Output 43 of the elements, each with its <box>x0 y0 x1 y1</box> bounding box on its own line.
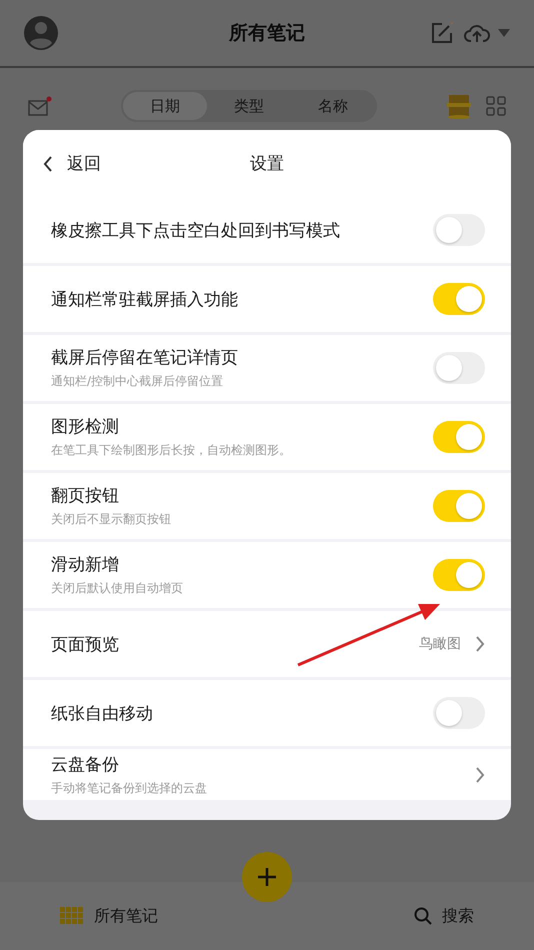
toggle-switch[interactable] <box>433 283 485 315</box>
setting-title: 云盘备份 <box>51 754 120 776</box>
setting-title: 图形检测 <box>51 416 120 438</box>
dialog-title: 设置 <box>250 153 284 175</box>
setting-title: 页面预览 <box>51 634 120 656</box>
toggle-switch[interactable] <box>433 352 485 384</box>
edit-icon[interactable] <box>430 21 456 45</box>
caret-icon[interactable] <box>498 29 510 37</box>
cloud-upload-icon[interactable] <box>464 23 490 43</box>
plus-icon <box>256 866 278 888</box>
setting-description: 通知栏/控制中心截屏后停留位置 <box>51 373 224 390</box>
setting-value: 鸟瞰图 <box>419 635 461 653</box>
sort-tab[interactable]: 名称 <box>291 92 375 120</box>
add-button[interactable] <box>242 852 292 902</box>
sort-tab[interactable]: 类型 <box>207 92 291 120</box>
back-button[interactable]: 返回 <box>43 152 101 175</box>
avatar-icon[interactable] <box>24 16 58 50</box>
setting-description: 关闭后默认使用自动增页 <box>51 580 184 597</box>
toggle-switch[interactable] <box>433 697 485 729</box>
chevron-icon <box>475 766 485 782</box>
setting-title: 纸张自由移动 <box>51 702 154 724</box>
toggle-switch[interactable] <box>433 421 485 453</box>
page-title: 所有笔记 <box>229 21 305 46</box>
toggle-switch[interactable] <box>433 559 485 591</box>
toggle-switch[interactable] <box>433 214 485 246</box>
mail-icon[interactable] <box>28 96 52 116</box>
chevron-icon <box>475 636 485 652</box>
setting-description: 手动将笔记备份到选择的云盘 <box>51 780 208 796</box>
setting-title: 橡皮擦工具下点击空白处回到书写模式 <box>51 220 341 242</box>
sort-tab[interactable]: 日期 <box>123 92 207 120</box>
setting-title: 滑动新增 <box>51 554 120 576</box>
setting-description: 在笔工具下绘制图形后长按，自动检测图形。 <box>51 442 292 459</box>
search-icon[interactable] <box>414 907 432 925</box>
setting-description: 关闭后不显示翻页按钮 <box>51 511 172 528</box>
all-notes-tab[interactable]: 所有笔记 <box>94 906 158 926</box>
grid-view-icon[interactable] <box>486 96 506 116</box>
search-tab[interactable]: 搜索 <box>442 906 474 926</box>
setting-title: 截屏后停留在笔记详情页 <box>51 347 239 369</box>
grid-icon[interactable] <box>60 907 84 925</box>
back-icon <box>43 156 53 172</box>
toggle-switch[interactable] <box>433 490 485 522</box>
setting-title: 翻页按钮 <box>51 485 120 507</box>
setting-title: 通知栏常驻截屏插入功能 <box>51 288 239 310</box>
